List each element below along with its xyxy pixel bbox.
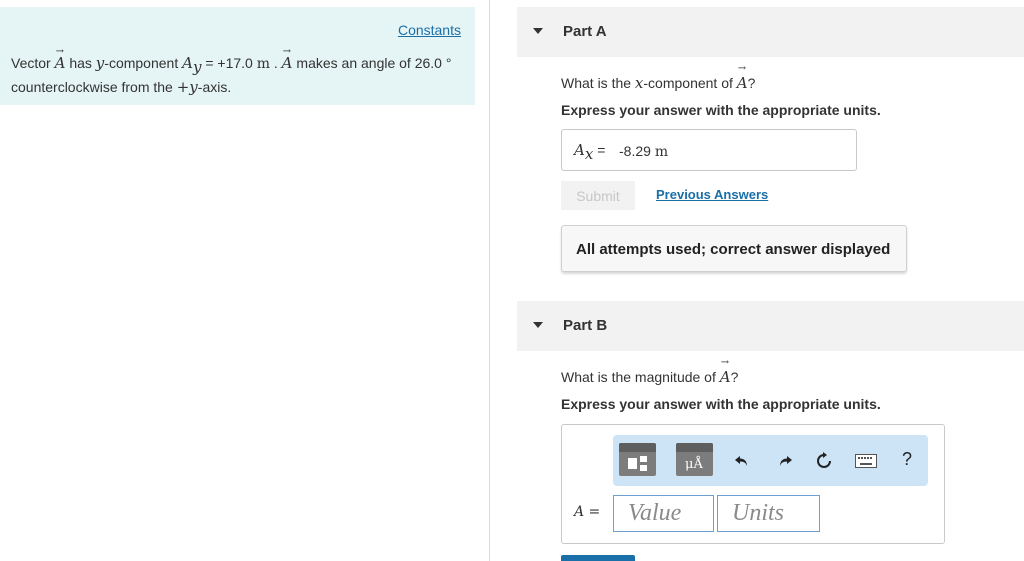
- templates-button[interactable]: [619, 443, 656, 476]
- submit-button-partial[interactable]: [561, 555, 635, 561]
- equals-sign: =: [593, 142, 606, 158]
- previous-answers-link[interactable]: Previous Answers: [656, 187, 768, 202]
- part-a-question: What is the x-component of A?: [561, 63, 756, 92]
- unit-m: m: [256, 56, 270, 72]
- y-variable: y: [95, 54, 105, 72]
- part-b-instruction: Express your answer with the appropriate…: [561, 396, 881, 412]
- problem-statement: Constants Vector A has y-component Ay = …: [0, 7, 475, 105]
- vector-a-symbol: A: [737, 63, 748, 92]
- question-text: -component of: [643, 75, 737, 91]
- problem-text-segment: -component: [104, 55, 183, 71]
- reset-icon[interactable]: [812, 449, 836, 473]
- templates-icon-part: [640, 456, 647, 462]
- answer-editor: μÅ ? A =: [561, 424, 945, 544]
- plus-y-axis: +y: [176, 77, 198, 96]
- templates-icon: [628, 458, 637, 469]
- vector-a-symbol: A: [55, 42, 66, 73]
- part-a-answer-display: Ax = -8.29 m: [561, 129, 857, 171]
- question-text: What is the: [561, 75, 635, 91]
- vector-a-symbol: A: [282, 42, 293, 73]
- problem-text-segment: .: [270, 55, 282, 71]
- answer-number: -8.29: [619, 143, 651, 159]
- ay-symbol: A: [182, 54, 193, 72]
- units-icon: μÅ: [685, 457, 703, 472]
- units-button[interactable]: μÅ: [676, 443, 713, 476]
- keyboard-icon[interactable]: [854, 449, 878, 473]
- vector-a-symbol: A: [720, 357, 731, 386]
- question-text: What is the magnitude of: [561, 369, 720, 385]
- problem-text: Vector A has y-component Ay = +17.0 m . …: [11, 42, 466, 97]
- answer-value: -8.29 m: [619, 143, 668, 160]
- collapse-caret-icon[interactable]: [533, 28, 543, 34]
- question-text: ?: [730, 369, 739, 385]
- value-input[interactable]: [613, 495, 714, 532]
- button-band: [676, 443, 713, 452]
- part-b-question: What is the magnitude of A?: [561, 357, 739, 386]
- feedback-box: All attempts used; correct answer displa…: [561, 225, 907, 272]
- math-toolbar: μÅ ?: [613, 435, 928, 486]
- problem-text-segment: Vector: [11, 55, 55, 71]
- answer-lhs: Ax =: [574, 141, 605, 163]
- help-icon[interactable]: ?: [902, 449, 912, 470]
- part-a-instruction: Express your answer with the appropriate…: [561, 102, 881, 118]
- answer-lhs: A =: [574, 504, 601, 520]
- constants-link[interactable]: Constants: [398, 22, 461, 38]
- question-text: ?: [747, 75, 756, 91]
- ax-symbol: A: [574, 141, 585, 159]
- redo-icon[interactable]: [773, 449, 797, 473]
- part-a-header[interactable]: Part A: [517, 7, 1024, 57]
- submit-button[interactable]: Submit: [561, 181, 635, 210]
- button-band: [619, 443, 656, 452]
- left-pane: Constants Vector A has y-component Ay = …: [0, 0, 490, 561]
- units-input[interactable]: [717, 495, 820, 532]
- part-b-header[interactable]: Part B: [517, 301, 1024, 351]
- feedback-text: All attempts used; correct answer displa…: [576, 241, 891, 258]
- answer-unit: m: [654, 144, 669, 160]
- part-b-title: Part B: [563, 317, 608, 334]
- problem-text-segment: -axis.: [197, 78, 232, 95]
- part-a-title: Part A: [563, 23, 607, 40]
- problem-text-segment: counterclockwise from the: [11, 78, 177, 95]
- undo-icon[interactable]: [730, 449, 754, 473]
- templates-icon-part: [640, 465, 647, 471]
- collapse-caret-icon[interactable]: [533, 322, 543, 328]
- problem-text-segment: has: [65, 55, 96, 71]
- problem-text-segment: = +17.0: [201, 55, 257, 71]
- problem-text-segment: makes an angle of 26.0 °: [292, 55, 452, 71]
